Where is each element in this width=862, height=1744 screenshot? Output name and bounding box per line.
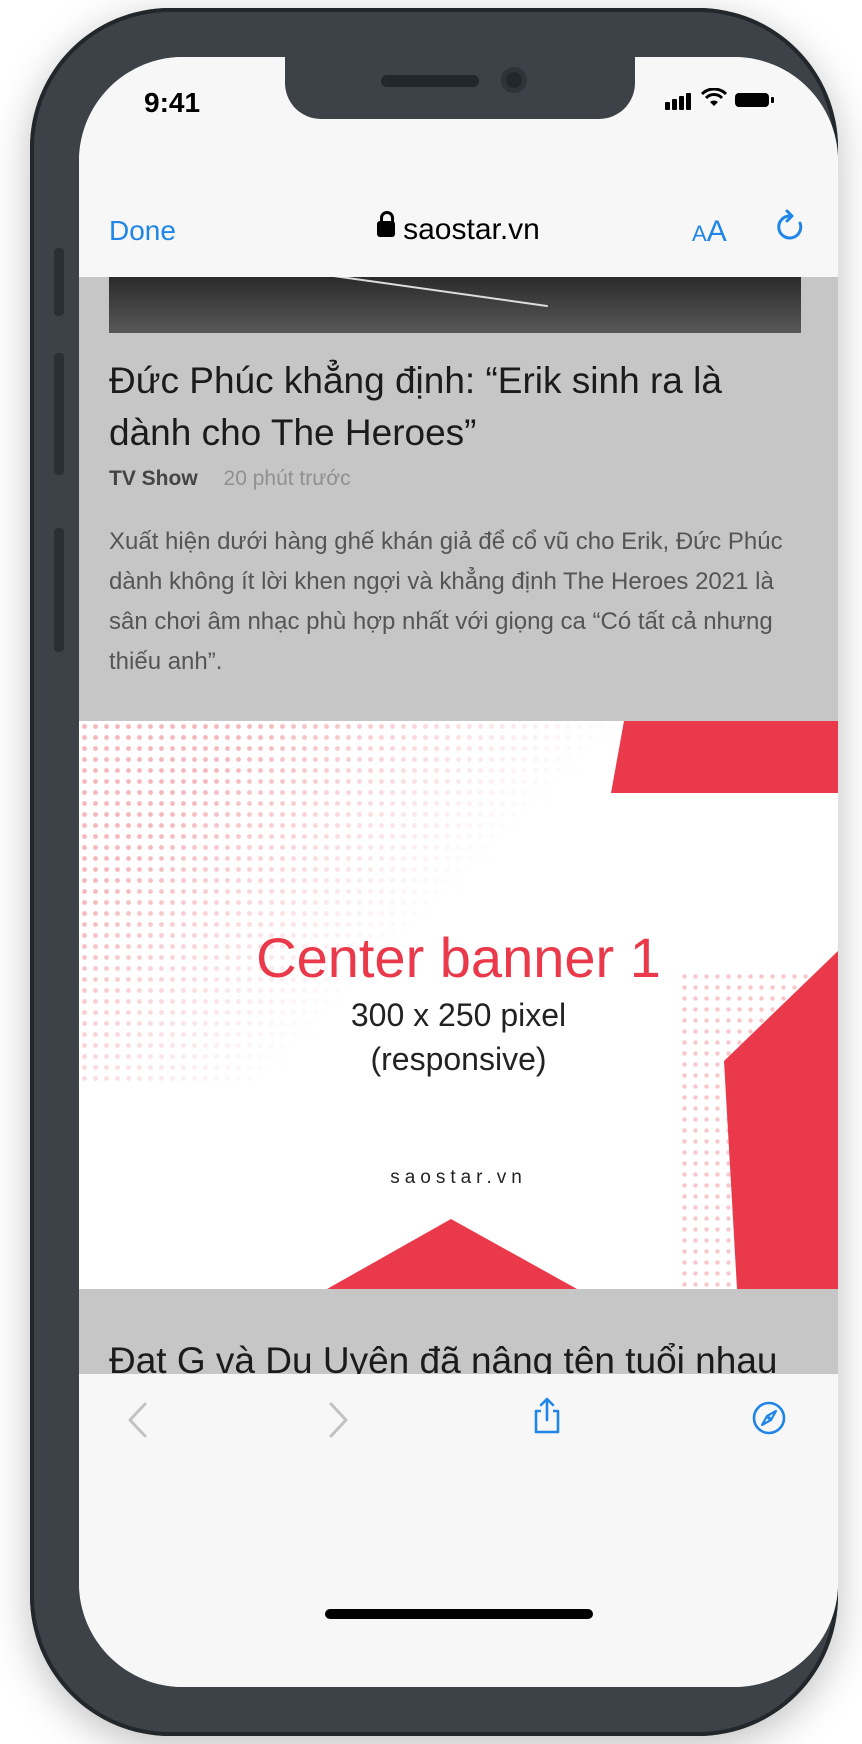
- text-size-large-label: A: [706, 215, 727, 248]
- speaker: [381, 75, 479, 87]
- camera: [501, 67, 527, 93]
- volume-down-button: [54, 528, 64, 652]
- compass-icon[interactable]: [751, 1400, 787, 1441]
- wifi-icon: [700, 87, 728, 115]
- back-icon[interactable]: [125, 1400, 149, 1445]
- next-article-title[interactable]: Đạt G và Du Uyên đã nâng tên tuổi nhau t…: [109, 1335, 809, 1374]
- article-meta: TV Show 20 phút trước: [109, 467, 351, 491]
- article-title[interactable]: Đức Phúc khẳng định: “Erik sinh ra là dà…: [109, 355, 809, 459]
- text-size-small-label: A: [692, 221, 707, 246]
- domain-label: saostar.vn: [403, 213, 540, 246]
- mute-switch: [54, 248, 64, 316]
- article-image[interactable]: [109, 277, 801, 333]
- status-time: 9:41: [144, 87, 201, 118]
- home-indicator[interactable]: [325, 1609, 593, 1619]
- battery-icon: [735, 93, 774, 107]
- center-banner-ad[interactable]: Center banner 1 300 x 250 pixel (respons…: [79, 721, 838, 1289]
- notch: [285, 57, 635, 119]
- article-time: 20 phút trước: [223, 467, 351, 490]
- status-bar: 9:41: [79, 57, 838, 167]
- banner-brand: saostar.vn: [390, 1167, 527, 1188]
- web-content[interactable]: Đức Phúc khẳng định: “Erik sinh ra là dà…: [79, 277, 838, 1374]
- safari-bottom-toolbar: [79, 1374, 838, 1687]
- safari-top-bar: Done saostar.vn AA: [79, 167, 838, 277]
- banner-note: (responsive): [370, 1041, 547, 1077]
- share-icon[interactable]: [532, 1396, 562, 1441]
- banner-size-text: 300 x 250 pixel: [350, 997, 567, 1033]
- banner-size: 300 x 250 pixel (responsive): [79, 993, 838, 1081]
- forward-icon[interactable]: [327, 1400, 351, 1445]
- text-size-button[interactable]: AA: [692, 215, 727, 249]
- banner-title: Center banner 1: [256, 926, 661, 989]
- article-category[interactable]: TV Show: [109, 467, 198, 490]
- signal-icon: [665, 92, 693, 110]
- reload-icon[interactable]: [773, 209, 807, 250]
- lock-icon: [377, 211, 396, 237]
- volume-up-button: [54, 353, 64, 475]
- screen: 9:41 Done saostar.vn AA Đức Phúc khẳng đ…: [79, 57, 838, 1687]
- article-summary: Xuất hiện dưới hàng ghế khán giả để cổ v…: [109, 528, 783, 675]
